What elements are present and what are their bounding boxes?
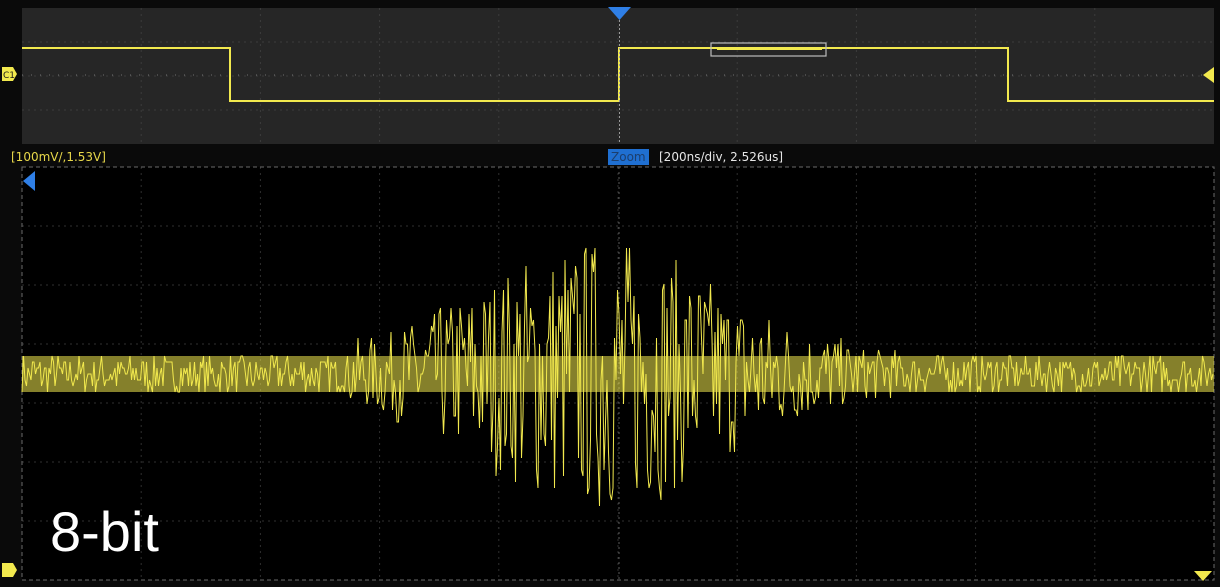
zoom-badge[interactable]: Zoom [608, 149, 649, 165]
oscilloscope-display: C1 [2, 7, 1215, 581]
channel-1-icon[interactable]: C1 [2, 67, 17, 81]
channel-scale-label: [100mV/,1.53V] [11, 150, 106, 164]
overview-panel: C1 [2, 7, 1214, 144]
zoom-channel-icon[interactable] [2, 563, 17, 577]
bit-depth-label: 8-bit [50, 500, 159, 563]
zoom-panel [2, 166, 1215, 581]
timebase-label: [200ns/div, 2.526us] [659, 150, 784, 164]
channel-1-tag: C1 [3, 71, 15, 81]
